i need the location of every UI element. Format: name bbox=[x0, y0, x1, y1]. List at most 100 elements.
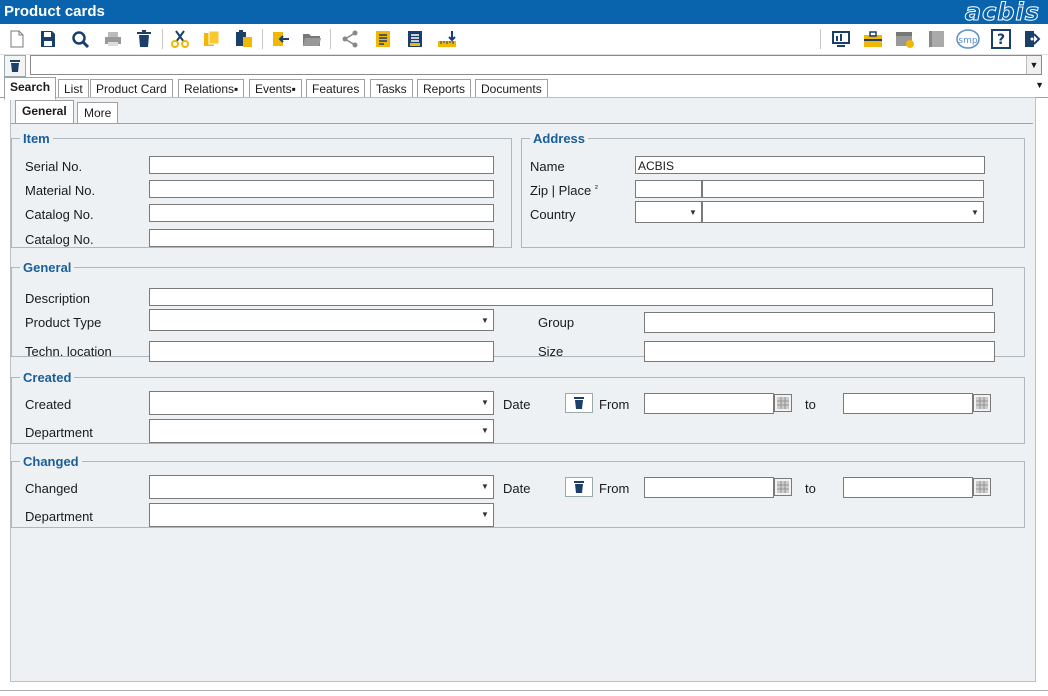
country-code-select[interactable]: ▼ bbox=[635, 201, 702, 223]
calendar-icon[interactable] bbox=[973, 478, 991, 496]
address-legend: Address bbox=[533, 131, 586, 146]
chevron-down-icon: ▼ bbox=[971, 207, 979, 217]
tab-search[interactable]: Search bbox=[4, 77, 57, 100]
chevron-down-icon: ▼ bbox=[481, 481, 489, 491]
created-to-field[interactable] bbox=[843, 393, 973, 414]
calendar-icon[interactable] bbox=[774, 394, 792, 412]
tabs-overflow-icon[interactable]: ▼ bbox=[1035, 80, 1044, 90]
share-icon[interactable] bbox=[339, 28, 361, 50]
calendar-icon[interactable] bbox=[973, 394, 991, 412]
svg-text:smp: smp bbox=[958, 36, 977, 46]
item-group: Item Serial No. Material No. Catalog No.… bbox=[11, 131, 512, 248]
tab-relations[interactable]: Relations▪ bbox=[178, 79, 245, 98]
calendar-settings-icon[interactable] bbox=[894, 28, 916, 50]
size-label: Size bbox=[538, 344, 564, 359]
tab-events[interactable]: Events▪ bbox=[249, 79, 302, 98]
toolbar-separator bbox=[262, 29, 263, 49]
country-label: Country bbox=[530, 207, 576, 222]
measure-icon[interactable] bbox=[436, 28, 458, 50]
created-date-clear-button[interactable] bbox=[565, 393, 593, 413]
clear-filter-button[interactable] bbox=[4, 55, 26, 77]
tab-tasks[interactable]: Tasks bbox=[370, 79, 413, 98]
search-panel: General More Item Serial No. Material No… bbox=[10, 97, 1036, 682]
country-select[interactable]: ▼ bbox=[702, 201, 984, 223]
item-legend: Item bbox=[23, 131, 50, 146]
zip-place-text: Zip | Place bbox=[530, 183, 592, 198]
import-icon[interactable] bbox=[270, 28, 292, 50]
changed-department-label: Department bbox=[25, 509, 93, 524]
group-label: Group bbox=[538, 315, 575, 330]
size-field[interactable] bbox=[644, 341, 995, 362]
help-icon[interactable]: ? bbox=[990, 28, 1012, 50]
name-field[interactable]: ACBIS bbox=[635, 156, 985, 174]
subtab-more[interactable]: More bbox=[77, 102, 119, 123]
created-department-select[interactable]: ▼ bbox=[149, 419, 494, 443]
tab-features[interactable]: Features bbox=[306, 79, 366, 98]
zip-field[interactable] bbox=[635, 180, 702, 198]
list-report-icon[interactable] bbox=[404, 28, 426, 50]
trash-icon bbox=[10, 60, 20, 72]
toolbar-separator bbox=[330, 29, 331, 49]
smp-icon[interactable]: smp bbox=[956, 28, 980, 50]
product-type-select[interactable]: ▼ bbox=[149, 309, 494, 331]
book-icon[interactable] bbox=[926, 28, 948, 50]
trash-icon bbox=[574, 481, 584, 493]
changed-label: Changed bbox=[25, 481, 78, 496]
created-from-label: From bbox=[599, 397, 630, 412]
briefcase-icon[interactable] bbox=[862, 28, 884, 50]
new-document-icon[interactable] bbox=[6, 28, 28, 50]
chevron-down-icon[interactable]: ▼ bbox=[1026, 56, 1041, 74]
tab-reports[interactable]: Reports bbox=[417, 79, 472, 98]
filter-combo[interactable]: ▼ bbox=[30, 55, 1042, 75]
paste-icon[interactable] bbox=[233, 28, 255, 50]
techn-location-field[interactable] bbox=[149, 341, 494, 362]
serial-no-field[interactable] bbox=[149, 156, 494, 174]
changed-from-field[interactable] bbox=[644, 477, 774, 498]
filter-bar: ▼ bbox=[0, 54, 1048, 77]
changed-department-select[interactable]: ▼ bbox=[149, 503, 494, 527]
created-legend: Created bbox=[23, 370, 72, 385]
changed-date-clear-button[interactable] bbox=[565, 477, 593, 497]
material-no-field[interactable] bbox=[149, 180, 494, 198]
address-group: Address Name ACBIS Zip | Place ² Country… bbox=[521, 131, 1025, 248]
changed-to-field[interactable] bbox=[843, 477, 973, 498]
created-group: Created Created ▼ Date From to Departmen… bbox=[11, 370, 1025, 444]
place-field[interactable] bbox=[702, 180, 984, 198]
cut-icon[interactable] bbox=[169, 28, 191, 50]
calendar-icon[interactable] bbox=[774, 478, 792, 496]
created-from-field[interactable] bbox=[644, 393, 774, 414]
window-bottom-border bbox=[0, 690, 1048, 691]
group-field[interactable] bbox=[644, 312, 995, 333]
subtab-divider bbox=[11, 123, 1033, 124]
description-field[interactable] bbox=[149, 288, 993, 306]
product-type-label: Product Type bbox=[25, 315, 102, 330]
serial-no-label: Serial No. bbox=[25, 159, 83, 174]
print-icon[interactable] bbox=[102, 28, 124, 50]
created-select[interactable]: ▼ bbox=[149, 391, 494, 415]
tab-documents[interactable]: Documents bbox=[475, 79, 548, 98]
search-icon[interactable] bbox=[69, 28, 91, 50]
folder-open-icon[interactable] bbox=[301, 28, 323, 50]
chevron-down-icon: ▼ bbox=[689, 207, 697, 217]
tab-list[interactable]: List bbox=[58, 79, 89, 98]
changed-select[interactable]: ▼ bbox=[149, 475, 494, 499]
chevron-down-icon: ▼ bbox=[481, 425, 489, 435]
subtab-general[interactable]: General bbox=[15, 100, 74, 124]
copy-icon[interactable] bbox=[201, 28, 223, 50]
toolbar-separator bbox=[162, 29, 163, 49]
chevron-down-icon: ▼ bbox=[481, 315, 489, 325]
changed-from-label: From bbox=[599, 481, 630, 496]
tab-product-card[interactable]: Product Card bbox=[90, 79, 173, 98]
delete-icon[interactable] bbox=[133, 28, 155, 50]
catalog-no-2-label: Catalog No. bbox=[25, 232, 94, 247]
monitor-icon[interactable] bbox=[830, 28, 852, 50]
catalog-no-field[interactable] bbox=[149, 204, 494, 222]
catalog-no-2-field[interactable] bbox=[149, 229, 494, 247]
window-title: Product cards bbox=[4, 3, 105, 20]
report-icon[interactable] bbox=[372, 28, 394, 50]
save-icon[interactable] bbox=[37, 28, 59, 50]
general-group: General Description Product Type ▼ Group… bbox=[11, 260, 1025, 362]
description-label: Description bbox=[25, 291, 91, 306]
exit-icon[interactable] bbox=[1021, 28, 1043, 50]
created-label: Created bbox=[25, 397, 72, 412]
